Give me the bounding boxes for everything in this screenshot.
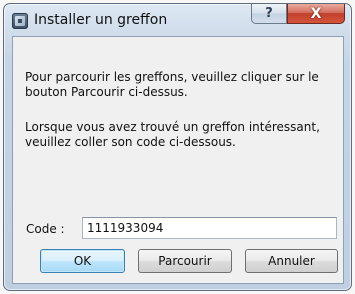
close-button[interactable]: X bbox=[287, 4, 345, 24]
dialog-body: Pour parcourir les greffons, veuillez cl… bbox=[12, 36, 344, 284]
dialog-window: Installer un greffon ? X Pour parcourir … bbox=[3, 3, 352, 291]
code-input[interactable]: 1111933094 bbox=[82, 217, 337, 239]
close-icon: X bbox=[310, 5, 322, 22]
title-bar[interactable]: Installer un greffon ? X bbox=[4, 4, 351, 36]
window-title: Installer un greffon bbox=[34, 12, 168, 28]
browse-instructions: Pour parcourir les greffons, veuillez cl… bbox=[25, 70, 319, 99]
cancel-button[interactable]: Annuler bbox=[245, 249, 338, 273]
app-icon bbox=[12, 13, 28, 29]
help-button[interactable]: ? bbox=[251, 4, 287, 24]
paste-instructions: Lorsque vous avez trouvé un greffon inté… bbox=[25, 120, 320, 149]
code-label: Code : bbox=[26, 222, 65, 236]
help-icon: ? bbox=[265, 6, 273, 21]
ok-button[interactable]: OK bbox=[40, 249, 125, 273]
browse-button[interactable]: Parcourir bbox=[138, 249, 232, 273]
